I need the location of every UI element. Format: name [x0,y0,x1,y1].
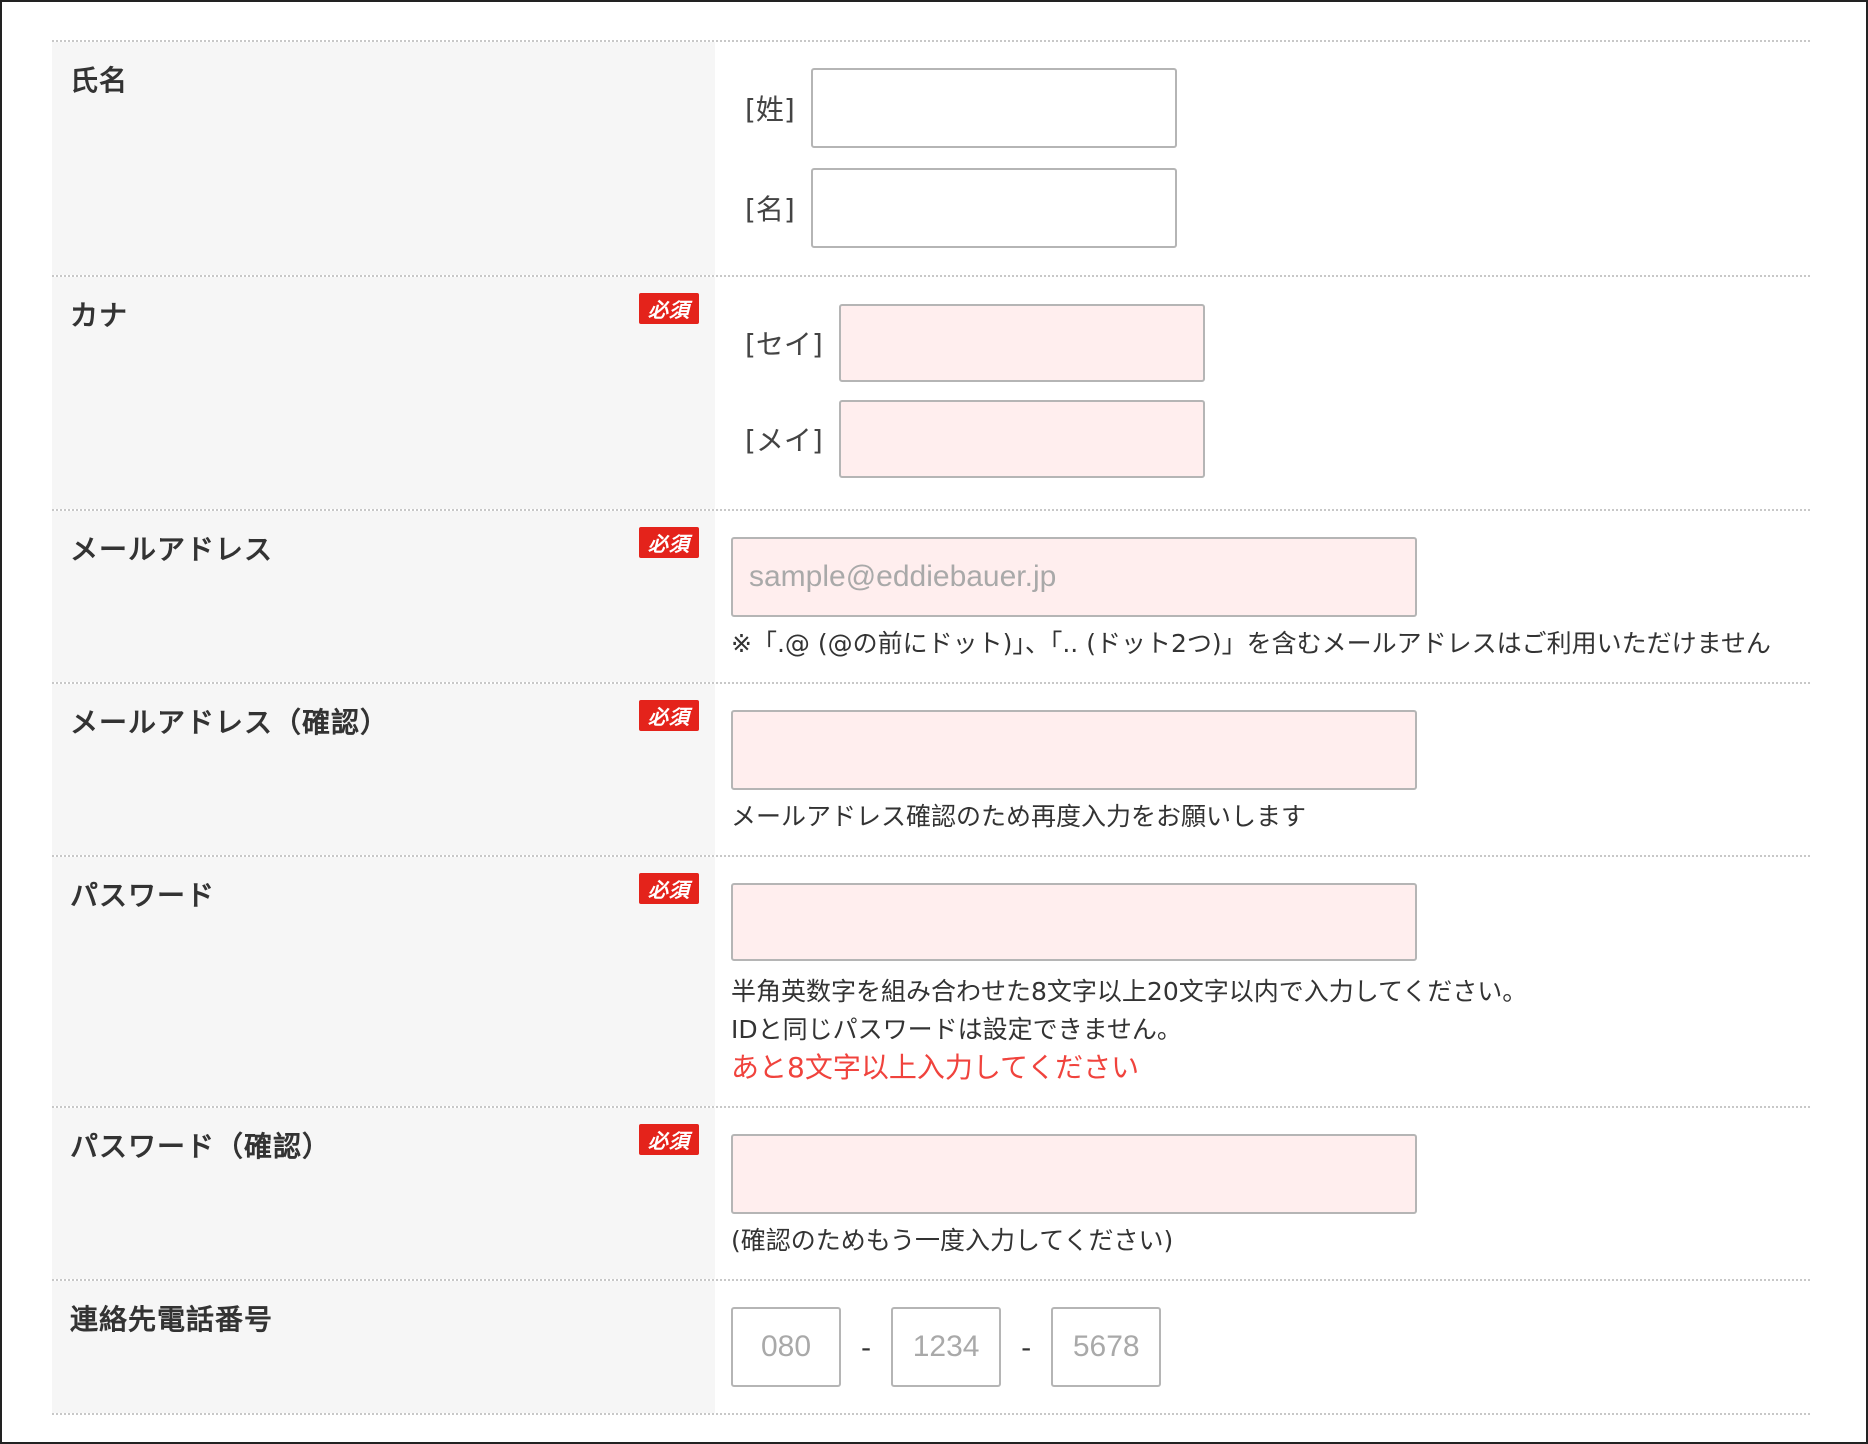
row-email: メールアドレス 必須 ※「.@ (@の前にドット)」、「.. (ドット2つ)」を… [52,511,1810,684]
phone-inputs: - - [731,1307,1794,1387]
last-name-line: [姓] [731,68,1794,148]
field-cell-password: 半角英数字を組み合わせた8文字以上20文字以内で入力してください。 IDと同じパ… [715,857,1810,1106]
row-password: パスワード 必須 半角英数字を組み合わせた8文字以上20文字以内で入力してくださ… [52,857,1810,1108]
page-frame: 氏名 [姓] [名] カナ 必須 [セイ] [メイ] メールアドレス 必須 sa… [0,0,1868,1444]
kana-first-bracket: [メイ] [745,424,823,457]
kana-last-bracket: [セイ] [745,328,823,361]
required-badge: 必須 [639,527,699,558]
phone-separator: - [861,1330,872,1364]
field-cell-phone: - - [715,1281,1810,1413]
email-confirm-input[interactable] [731,710,1417,790]
label-phone: 連絡先電話番号 [70,1303,274,1336]
password-confirm-input[interactable] [731,1134,1417,1214]
required-badge: 必須 [639,293,699,324]
label-cell-kana: カナ 必須 [52,277,715,509]
first-name-bracket: [名] [745,193,795,226]
password-input[interactable] [731,883,1417,961]
email-confirm-note: メールアドレス確認のため再度入力をお願いします [731,802,1307,831]
label-password-confirm: パスワード（確認） [70,1130,332,1163]
kana-last-line: [セイ] [731,304,1794,382]
first-name-line: [名] [731,168,1794,248]
password-note-rule: 半角英数字を組み合わせた8文字以上20文字以内で入力してください。 [731,977,1528,1006]
label-cell-phone: 連絡先電話番号 [52,1281,715,1413]
field-cell-email-confirm: メールアドレス確認のため再度入力をお願いします [715,684,1810,855]
phone-separator: - [1021,1330,1032,1364]
label-cell-name: 氏名 [52,42,715,275]
row-email-confirm: メールアドレス（確認） 必須 メールアドレス確認のため再度入力をお願いします [52,684,1810,857]
password-confirm-note: (確認のためもう一度入力してください) [731,1226,1174,1255]
email-input[interactable] [731,537,1417,617]
last-name-bracket: [姓] [745,93,795,126]
kana-first-input[interactable] [838,400,1205,478]
required-badge: 必須 [639,873,699,904]
label-cell-email: メールアドレス 必須 [52,511,715,682]
label-cell-email-confirm: メールアドレス（確認） 必須 [52,684,715,855]
row-name: 氏名 [姓] [名] [52,42,1810,277]
kana-last-input[interactable] [838,304,1205,382]
first-name-input[interactable] [810,168,1177,248]
email-note: ※「.@ (@の前にドット)」、「.. (ドット2つ)」を含むメールアドレスはご… [731,629,1771,658]
label-cell-password: パスワード 必須 [52,857,715,1106]
required-badge: 必須 [639,1124,699,1155]
kana-first-line: [メイ] [731,400,1794,478]
phone-area-input[interactable] [731,1307,841,1387]
label-name: 氏名 [70,64,129,97]
last-name-input[interactable] [810,68,1177,148]
label-kana: カナ [70,299,129,332]
field-cell-email: ※「.@ (@の前にドット)」、「.. (ドット2つ)」を含むメールアドレスはご… [715,511,1810,682]
password-note-id: IDと同じパスワードは設定できません。 [731,1015,1182,1044]
field-cell-password-confirm: (確認のためもう一度入力してください) [715,1108,1810,1279]
label-email: メールアドレス [70,533,274,566]
field-cell-kana: [セイ] [メイ] [715,277,1810,509]
phone-exchange-input[interactable] [891,1307,1002,1387]
row-phone: 連絡先電話番号 - - [52,1281,1810,1415]
registration-form: 氏名 [姓] [名] カナ 必須 [セイ] [メイ] メールアドレス 必須 sa… [52,40,1810,1415]
phone-line-input[interactable] [1051,1307,1162,1387]
label-email-confirm: メールアドレス（確認） [70,706,390,739]
password-error: あと8文字以上入力してください [731,1051,1140,1084]
row-kana: カナ 必須 [セイ] [メイ] [52,277,1810,511]
required-badge: 必須 [639,700,699,731]
label-password: パスワード [70,879,216,912]
field-cell-name: [姓] [名] [715,42,1810,275]
label-cell-password-confirm: パスワード（確認） 必須 [52,1108,715,1279]
row-password-confirm: パスワード（確認） 必須 (確認のためもう一度入力してください) [52,1108,1810,1281]
